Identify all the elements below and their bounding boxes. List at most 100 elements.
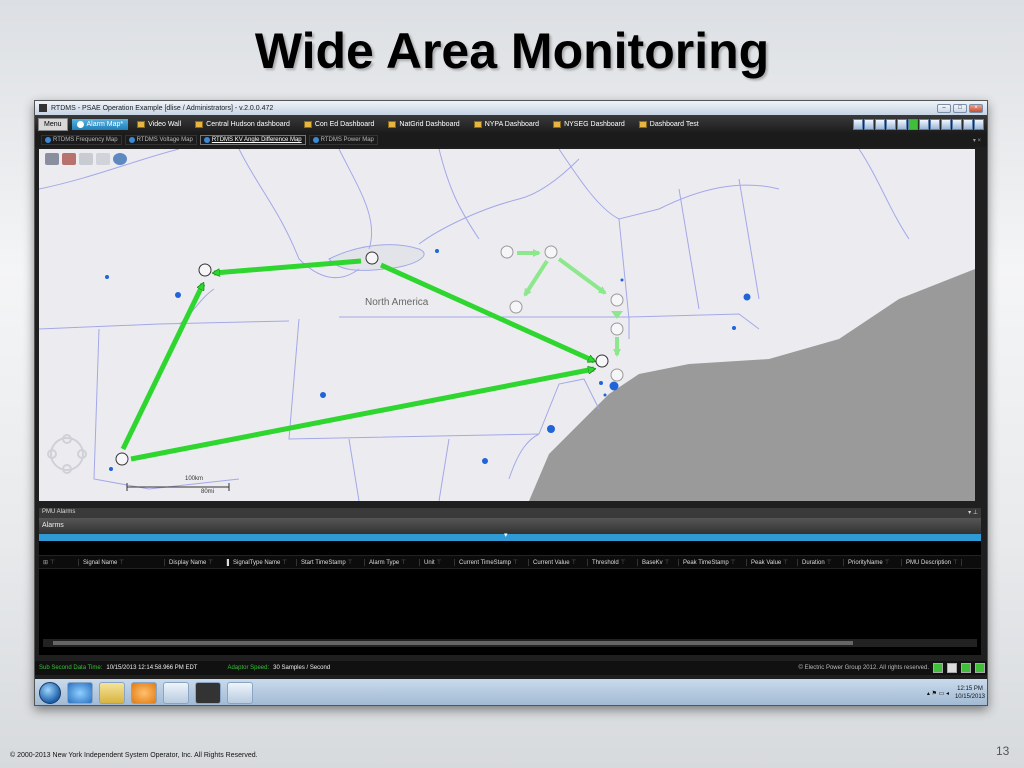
col-header[interactable]: Signal Name: [79, 558, 165, 566]
col-header[interactable]: Current TimeStamp: [455, 558, 529, 566]
toolbar-icon[interactable]: [952, 118, 962, 130]
col-header[interactable]: Start TimeStamp: [297, 558, 365, 566]
angle-difference-map[interactable]: North America 100km 80mi: [39, 149, 975, 501]
slide-title: Wide Area Monitoring: [254, 23, 770, 79]
pmu-point: [620, 278, 624, 282]
border-line: [558, 149, 780, 220]
layers-icon[interactable]: [45, 153, 59, 165]
angle-arrow: [120, 284, 206, 451]
document-icon[interactable]: [947, 663, 957, 673]
alarms-horizontal-scrollbar[interactable]: [43, 639, 977, 647]
pmu-point: [320, 392, 326, 398]
pmu-point: [732, 326, 736, 330]
tray-clock[interactable]: 12:15 PM 10/15/2013: [955, 685, 985, 701]
alarms-grid-body[interactable]: [39, 569, 981, 639]
toolbar-icon[interactable]: [875, 118, 885, 130]
pmu-node: [610, 322, 624, 336]
border-line: [338, 149, 373, 250]
subtab-voltage-map[interactable]: RTDMS Voltage Map: [124, 135, 197, 145]
tray-icons[interactable]: ▴ ⚑ ▭ ◂: [927, 690, 949, 697]
tab-con-ed-dashboard[interactable]: Con Ed Dashboard: [299, 119, 380, 130]
pmu-node: [544, 245, 558, 259]
col-header[interactable]: Alarm Type: [365, 558, 420, 566]
col-header[interactable]: PriorityName: [844, 558, 902, 566]
toolbar-icon[interactable]: [930, 118, 940, 130]
col-header[interactable]: PMU Description: [902, 558, 962, 566]
adaptor-speed-label: Adaptor Speed:: [227, 665, 270, 671]
col-header[interactable]: Threshold: [588, 558, 638, 566]
col-header[interactable]: SignalType Name: [227, 558, 297, 566]
folder-icon[interactable]: [99, 682, 125, 704]
download-icon[interactable]: [933, 663, 943, 673]
media-player-icon[interactable]: [131, 682, 157, 704]
pmu-point: [599, 381, 603, 385]
pmu-alarms-panel: PMU Alarms ▾ ⊥ Alarms ⊞ Signal Name Disp…: [39, 508, 981, 655]
toolbar-icon[interactable]: [853, 118, 863, 130]
grid-icon[interactable]: [79, 153, 93, 165]
document-icon[interactable]: [96, 153, 110, 165]
alarms-group-strip[interactable]: [39, 531, 981, 541]
toolbar-icon[interactable]: [886, 118, 896, 130]
col-header[interactable]: Current Value: [529, 558, 588, 566]
pin-icon[interactable]: ▾ ×: [973, 137, 981, 144]
toolbar-icon[interactable]: [941, 118, 951, 130]
pin-icon[interactable]: ▾ ⊥: [968, 509, 978, 517]
subtab-power-map[interactable]: RTDMS Power Map: [308, 135, 378, 145]
tab-dashboard-test[interactable]: Dashboard Test: [634, 119, 704, 130]
scale-mi-label: 80mi: [201, 489, 215, 495]
angle-arrow: [130, 369, 594, 462]
col-header[interactable]: Peak TimeStamp: [679, 558, 747, 566]
minimize-button[interactable]: –: [937, 103, 951, 113]
toolbar-icon[interactable]: [864, 118, 874, 130]
rtdms-app-icon[interactable]: [195, 682, 221, 704]
toolbar-icon[interactable]: [897, 118, 907, 130]
tab-video-wall[interactable]: Video Wall: [132, 119, 186, 130]
border-line: [508, 433, 540, 480]
grid-options-icon[interactable]: ⊞: [39, 558, 79, 566]
pmu-node: [509, 300, 523, 314]
internet-explorer-icon[interactable]: [67, 682, 93, 704]
subtab-kv-angle-difference-map[interactable]: RTDMS KV Angle Difference Map: [199, 135, 306, 145]
pmu-alarms-title: PMU Alarms: [42, 509, 76, 515]
subtab-frequency-map[interactable]: RTDMS Frequency Map: [41, 135, 122, 145]
pmu-node: [610, 368, 624, 382]
system-tray: ▴ ⚑ ▭ ◂ 12:15 PM 10/15/2013: [927, 685, 985, 701]
col-header[interactable]: Display Name: [165, 558, 227, 566]
col-header[interactable]: BaseKv: [638, 558, 679, 566]
tab-alarm-map[interactable]: Alarm Map*: [71, 118, 129, 130]
print-icon[interactable]: [62, 153, 76, 165]
angle-arrow-light: [523, 259, 549, 297]
folder-icon: [388, 120, 397, 128]
toolbar-icon[interactable]: [974, 118, 984, 130]
window-app-icon[interactable]: [163, 682, 189, 704]
toolbar-icon[interactable]: [919, 118, 929, 130]
angle-arrow-light: [557, 257, 607, 295]
tab-nyseg-dashboard[interactable]: NYSEG Dashboard: [548, 119, 630, 130]
sub-second-value: 10/15/2013 12:14:58.966 PM EDT: [106, 665, 198, 671]
tab-nypa-dashboard[interactable]: NYPA Dashboard: [469, 119, 544, 130]
col-header[interactable]: Duration: [798, 558, 844, 566]
status-icon[interactable]: [961, 663, 971, 673]
tab-central-hudson-dashboard[interactable]: Central Hudson dashboard: [190, 119, 295, 130]
menu-button[interactable]: Menu: [38, 117, 68, 131]
globe-icon: [76, 120, 84, 128]
col-header[interactable]: Peak Value: [747, 558, 798, 566]
pmu-point: [609, 381, 619, 391]
map-canvas: [39, 149, 975, 501]
status-icon[interactable]: [975, 663, 985, 673]
toolbar-icon[interactable]: [963, 118, 973, 130]
play-icon[interactable]: [908, 118, 918, 130]
zoom-icon[interactable]: [113, 153, 127, 165]
close-button[interactable]: ×: [969, 103, 983, 113]
pmu-node: [115, 452, 129, 466]
alarms-column-headers: ⊞ Signal Name Display Name SignalType Na…: [39, 555, 981, 569]
border-line: [339, 316, 630, 339]
document-app-icon[interactable]: [227, 682, 253, 704]
slide-copyright: © 2000-2013 New York Independent System …: [10, 752, 258, 759]
start-button[interactable]: [39, 682, 61, 704]
col-header[interactable]: Unit: [420, 558, 455, 566]
rtdms-application-window: RTDMS - PSAE Operation Example [dlise / …: [34, 100, 988, 706]
restore-button[interactable]: □: [953, 103, 967, 113]
globe-icon: [128, 137, 135, 143]
tab-natgrid-dashboard[interactable]: NatGrid Dashboard: [383, 119, 464, 130]
